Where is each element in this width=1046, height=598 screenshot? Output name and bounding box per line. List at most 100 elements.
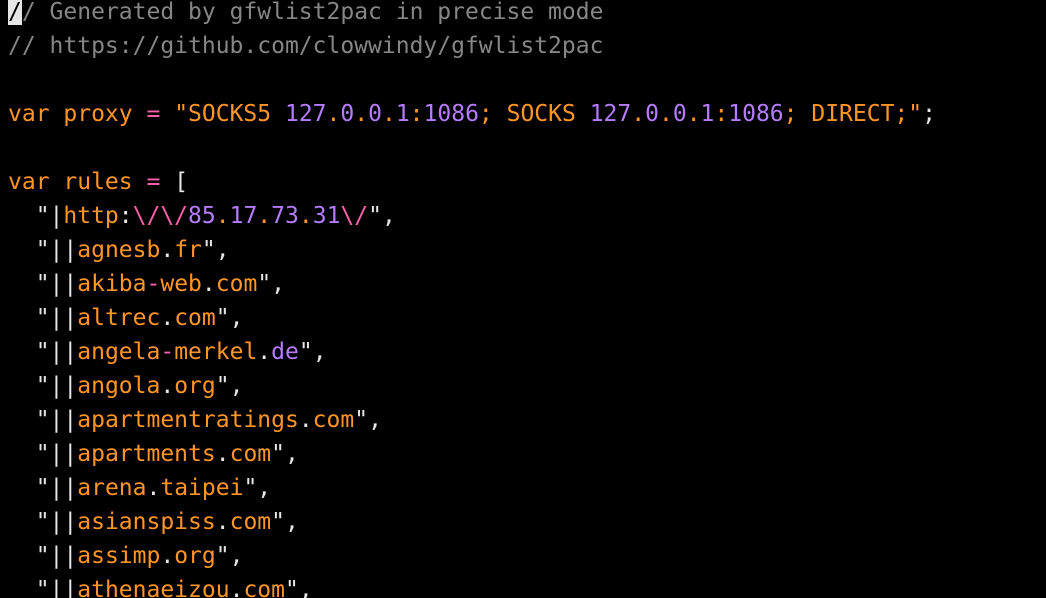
code-token-comment: // https://github.com/clowwindy/gfwlist2… — [8, 33, 604, 59]
code-token-punct: "|| — [8, 509, 78, 535]
code-token-string: fr — [174, 237, 202, 263]
code-token-string: agnesb — [77, 237, 161, 263]
code-token-punct: "|| — [8, 475, 78, 501]
code-token-punct: "|| — [8, 305, 78, 331]
code-token-keyword: var — [8, 169, 50, 195]
code-token-number: 127 — [284, 101, 327, 127]
code-editor[interactable]: // Generated by gfwlist2pac in precise m… — [0, 0, 1046, 598]
code-token-number: 0 — [672, 101, 687, 127]
code-token-punct: ", — [201, 237, 230, 263]
code-token-punct: . — [160, 373, 175, 399]
code-token-string: arena — [77, 475, 147, 501]
code-token-punct: "|| — [8, 577, 78, 598]
code-token-string: ; DIRECT;" — [783, 101, 923, 127]
code-line[interactable]: "||assimp.org", — [8, 539, 936, 573]
code-token-string: apartmentratings — [77, 407, 299, 433]
code-token-punct: "|| — [8, 407, 78, 433]
code-token-op: - — [146, 271, 161, 297]
code-token-punct: "|| — [8, 441, 78, 467]
code-line[interactable]: "||apartments.com", — [8, 437, 936, 471]
code-token-punct: ", — [298, 339, 327, 365]
code-line[interactable]: "||asianspiss.com", — [8, 505, 936, 539]
code-token-punct: ; — [922, 101, 936, 127]
code-token-string: ; SOCKS — [478, 101, 590, 127]
code-token-punct: "|| — [8, 339, 78, 365]
code-token-number: 0 — [340, 101, 355, 127]
code-token-punct: ", — [243, 475, 272, 501]
code-token-string: . — [326, 101, 341, 127]
code-token-string: com — [229, 441, 272, 467]
code-token-number: 1 — [700, 101, 715, 127]
code-token-string: . — [658, 101, 673, 127]
code-line[interactable]: "||akiba-web.com", — [8, 267, 936, 301]
code-token-string: . — [354, 101, 369, 127]
code-token-number: 1086 — [728, 101, 784, 127]
code-token-string: com — [243, 577, 285, 598]
code-line[interactable]: "||angela-merkel.de", — [8, 335, 936, 369]
code-line[interactable]: "||agnesb.fr", — [8, 233, 936, 267]
code-line[interactable]: "||athenaeizou.com", — [8, 573, 936, 598]
code-token-op: - — [160, 339, 175, 365]
code-token-string: . — [215, 203, 230, 229]
code-token-slash: \/\/ — [132, 203, 189, 229]
code-line[interactable]: "||altrec.com", — [8, 301, 936, 335]
code-token-number: 127 — [589, 101, 632, 127]
code-token-number: 0 — [645, 101, 659, 127]
code-line[interactable]: "||angola.org", — [8, 369, 936, 403]
code-token-punct: . — [298, 407, 313, 433]
code-token-string: : — [409, 101, 424, 127]
code-token-punct: "|| — [8, 373, 78, 399]
code-token-punct: . — [160, 543, 175, 569]
code-token-punct: . — [257, 339, 272, 365]
code-token-string: org — [174, 543, 216, 569]
code-line[interactable]: var rules = [ — [8, 165, 936, 199]
code-line[interactable] — [8, 131, 936, 165]
code-line[interactable]: // https://github.com/clowwindy/gfwlist2… — [8, 29, 936, 63]
code-token-punct: ", — [257, 271, 286, 297]
code-token-string: com — [312, 407, 355, 433]
code-token-ident: rules — [49, 169, 147, 195]
code-token-string: taipei — [160, 475, 244, 501]
code-token-number: 31 — [312, 203, 341, 229]
text-cursor: / — [8, 0, 22, 25]
code-line[interactable]: // Generated by gfwlist2pac in precise m… — [8, 0, 936, 29]
code-token-string: org — [174, 373, 216, 399]
code-token-string: athenaeizou — [77, 577, 230, 598]
code-token-string: angola — [77, 373, 161, 399]
code-line[interactable]: "||arena.taipei", — [8, 471, 936, 505]
code-token-string: . — [298, 203, 313, 229]
code-line[interactable]: "|http:\/\/85.17.73.31\/", — [8, 199, 936, 233]
code-token-punct: "| — [8, 203, 64, 229]
code-token-punct: ", — [215, 543, 244, 569]
code-token-string: altrec — [77, 305, 161, 331]
code-token-string: com — [174, 305, 216, 331]
code-token-punct: ", — [215, 373, 244, 399]
code-token-punct: "|| — [8, 237, 78, 263]
code-token-punct: ", — [284, 577, 313, 598]
code-token-punct: ", — [271, 509, 299, 535]
code-token-number: 17 — [229, 203, 258, 229]
code-token-number: 73 — [271, 203, 299, 229]
code-token-punct: ", — [354, 407, 382, 433]
code-text-area[interactable]: // Generated by gfwlist2pac in precise m… — [8, 0, 936, 598]
code-token-string: . — [257, 203, 272, 229]
code-token-string: com — [229, 509, 272, 535]
code-token-punct: : — [118, 203, 133, 229]
code-token-string: http — [63, 203, 119, 229]
code-token-op: = — [146, 169, 161, 195]
code-token-string: asianspiss — [77, 509, 216, 535]
code-token-string: . — [381, 101, 396, 127]
code-token-string: web — [160, 271, 202, 297]
code-token-punct: . — [215, 509, 230, 535]
code-token-string: akiba — [77, 271, 147, 297]
code-line[interactable] — [8, 63, 936, 97]
code-token-punct: . — [215, 441, 230, 467]
code-token-punct: [ — [160, 169, 189, 195]
code-token-string: "SOCKS5 — [160, 101, 285, 127]
code-line[interactable]: "||apartmentratings.com", — [8, 403, 936, 437]
code-token-string: . — [686, 101, 701, 127]
code-token-string: apartments — [77, 441, 216, 467]
code-token-punct: . — [201, 271, 216, 297]
code-line[interactable]: var proxy = "SOCKS5 127.0.0.1:1086; SOCK… — [8, 97, 936, 131]
code-token-punct: "|| — [8, 271, 78, 297]
